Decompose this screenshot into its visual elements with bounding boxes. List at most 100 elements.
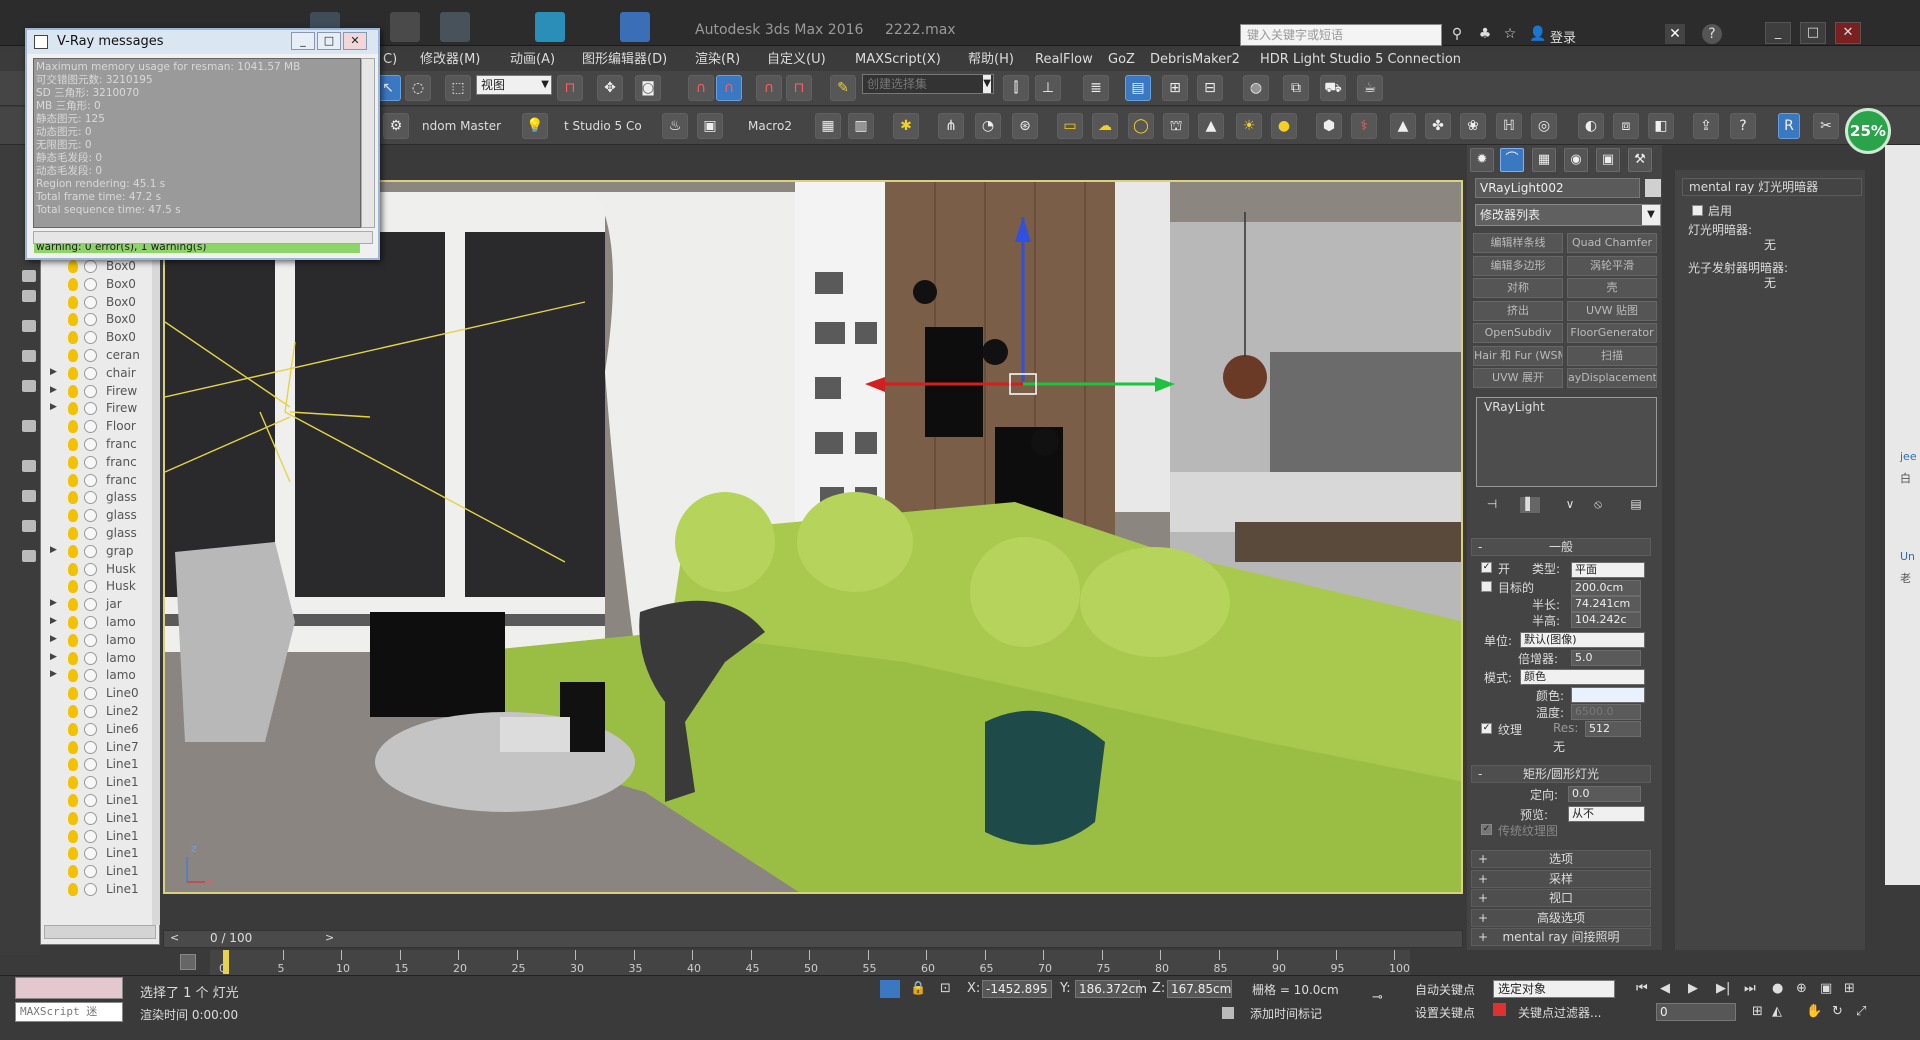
lightbulb-icon[interactable] [68, 847, 78, 861]
expand-triangle-icon[interactable]: ▶ [50, 385, 57, 395]
scatter-icon[interactable]: ✤ [1425, 113, 1451, 139]
expand-triangle-icon[interactable]: ▶ [50, 669, 57, 679]
remove-modifier-icon[interactable]: ⦸ [1588, 497, 1608, 513]
help-button[interactable]: ? [1702, 24, 1722, 44]
modifier-button[interactable]: UVW 展开 [1473, 368, 1563, 388]
mental-ray-header[interactable]: mental ray 灯光明暗器 [1682, 178, 1862, 196]
modifier-button[interactable]: Hair 和 Fur (WSM [1473, 345, 1563, 366]
rc-icon[interactable]: R [1778, 113, 1800, 139]
vray-scrollbar[interactable] [361, 58, 375, 228]
material-icon[interactable]: ◧ [1648, 113, 1674, 139]
rollout-header[interactable]: + mental ray 间接照明 [1471, 928, 1651, 946]
explorer-row[interactable]: franc [42, 436, 156, 454]
lightbulb-icon[interactable] [68, 598, 78, 612]
explorer-row[interactable]: ▶ jar [42, 596, 156, 614]
lightbulb-icon[interactable] [68, 402, 78, 416]
hierarchy-tab-icon[interactable]: ▦ [1532, 148, 1556, 172]
render-toggle-icon[interactable] [84, 277, 97, 291]
select-region-icon[interactable]: ◌ [405, 75, 431, 101]
prev-frame-icon[interactable]: < [170, 931, 179, 944]
fur-icon[interactable]: ⚕ [1351, 113, 1377, 139]
tools-icon[interactable]: ✂ [1813, 113, 1839, 139]
lightbulb-icon[interactable] [68, 829, 78, 843]
hierarchy-icon[interactable]: ⋔ [938, 113, 964, 139]
explorer-row[interactable]: Line1 [42, 792, 156, 810]
rollout-header[interactable]: + 采样 [1471, 869, 1651, 888]
lightbulb-icon[interactable] [68, 384, 78, 398]
render-toggle-icon[interactable] [84, 829, 97, 843]
explorer-row[interactable]: ▶ chair [42, 365, 156, 383]
explorer-row[interactable]: Line1 [42, 774, 156, 792]
layer-manager-icon[interactable]: ≣ [1083, 75, 1109, 101]
lightbulb-icon[interactable] [68, 616, 78, 629]
modifier-button[interactable]: 对称 [1473, 278, 1563, 298]
key-filter-icon[interactable] [1493, 1003, 1506, 1016]
render-toggle-icon[interactable] [84, 722, 97, 736]
export-icon[interactable]: ⇪ [1693, 113, 1719, 139]
modifier-list-dropdown[interactable]: 修改器列表 ▼ [1475, 204, 1661, 226]
lightbulb-icon[interactable] [68, 758, 78, 772]
globe-icon[interactable]: ◐ [1578, 113, 1604, 139]
pivot-icon[interactable]: ⊓ [557, 75, 583, 101]
time-slider[interactable] [163, 930, 1463, 948]
plane-icon[interactable]: ▭ [1057, 113, 1083, 139]
pin-stack-icon[interactable]: ⊣ [1482, 497, 1502, 513]
create-tab-icon[interactable]: ✹ [1470, 148, 1494, 172]
texture-checkbox[interactable]: ✓ [1481, 723, 1492, 734]
explorer-row[interactable]: Box0 [42, 329, 156, 347]
lightbulb-icon[interactable] [68, 260, 78, 273]
render-toggle-icon[interactable] [84, 865, 97, 879]
render-toggle-icon[interactable] [84, 633, 97, 647]
explorer-row[interactable]: franc [42, 472, 156, 490]
vray-close-button[interactable]: ✕ [343, 32, 367, 50]
sun-icon[interactable]: ☀ [1236, 113, 1262, 139]
show-end-icon[interactable]: ▌ [1520, 497, 1540, 513]
explorer-row[interactable]: glass [42, 489, 156, 507]
explorer-row[interactable]: Line1 [42, 863, 156, 881]
modifier-button[interactable]: UVW 贴图 [1567, 300, 1657, 321]
explorer-row[interactable]: ▶ lamo [42, 614, 156, 632]
explorer-row[interactable]: Line0 [42, 685, 156, 703]
absolute-mode-icon[interactable]: ⊡ [940, 981, 951, 996]
plugin-icon[interactable]: ⚙ [383, 113, 409, 139]
render-toggle-icon[interactable] [84, 260, 97, 273]
lightbulb-icon[interactable] [68, 527, 78, 540]
filter-tool-icon[interactable] [22, 320, 36, 332]
camera-icon[interactable]: ◙ [635, 75, 661, 101]
move-gizmo-icon[interactable]: ✥ [597, 75, 623, 101]
explorer-row[interactable]: ceran [42, 347, 156, 365]
menu-item-realflow[interactable]: RealFlow [1035, 49, 1093, 71]
rollout-header[interactable]: + 高级选项 [1471, 908, 1651, 927]
perspective-viewport[interactable]: z x [163, 180, 1463, 894]
render-toggle-icon[interactable] [84, 384, 97, 398]
modify-tab-icon[interactable]: ⌒ [1500, 148, 1524, 172]
render-toggle-icon[interactable] [84, 598, 97, 612]
menu-item-rendering[interactable]: 渲染(R) [695, 49, 740, 71]
image-icon[interactable]: ▣ [697, 113, 723, 139]
directional-field[interactable]: 0.0 [1568, 786, 1641, 802]
modifier-button[interactable]: 编辑多边形 [1473, 255, 1563, 276]
reference-coord-combo[interactable]: 视图 ▼ [476, 75, 552, 95]
rollout-header[interactable]: + 视口 [1471, 889, 1651, 907]
explorer-row[interactable]: ▶ grap [42, 543, 156, 561]
y-coordinate-field[interactable]: 186.372cm [1075, 980, 1147, 998]
lightbulb-icon[interactable] [68, 562, 78, 576]
user-icon[interactable]: 👤 [1528, 24, 1548, 44]
lightbulb-icon[interactable] [68, 722, 78, 736]
material-editor-icon[interactable]: ◍ [1243, 75, 1269, 101]
explorer-row[interactable]: Line1 [42, 756, 156, 774]
modifier-button[interactable]: 壳 [1567, 278, 1657, 298]
lightbulb-icon[interactable] [68, 455, 78, 469]
frame-buffer-icon[interactable]: ⧈ [1613, 113, 1639, 139]
menu-item-goz[interactable]: GoZ [1108, 49, 1135, 71]
question-icon[interactable]: ? [1730, 113, 1756, 139]
menu-item-c[interactable]: C) [383, 49, 397, 71]
explorer-row[interactable]: Line2 [42, 703, 156, 721]
cone-icon[interactable]: ▲ [1198, 113, 1224, 139]
binoculars-icon[interactable]: ⚲ [1447, 24, 1467, 44]
lock-icon[interactable]: 🔒 [910, 981, 926, 996]
menu-item-animation[interactable]: 动画(A) [510, 49, 555, 71]
macro-label[interactable]: Macro2 [748, 119, 792, 133]
mr-light-shader-button[interactable]: 无 [1764, 236, 1776, 253]
login-link[interactable]: 登录 [1550, 27, 1576, 46]
